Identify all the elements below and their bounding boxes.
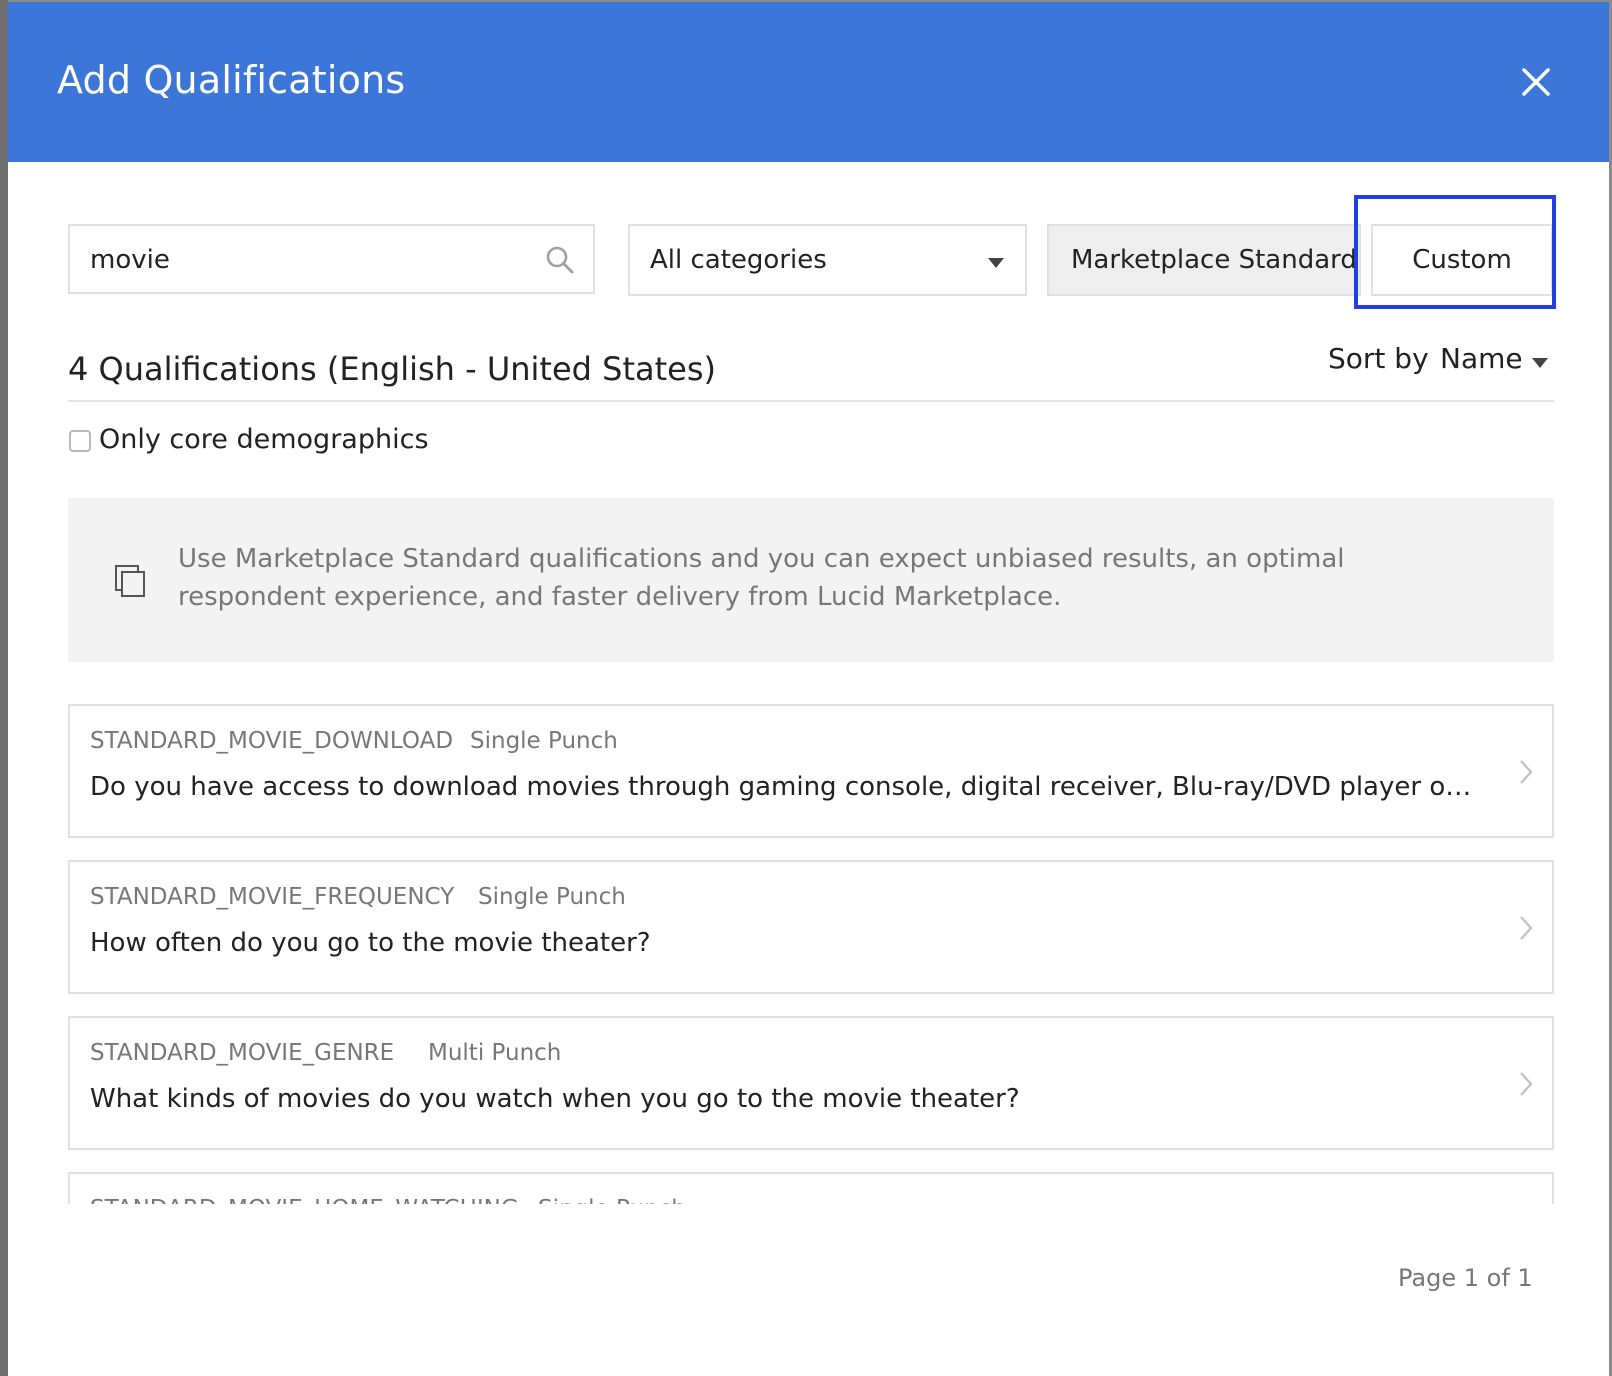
close-button[interactable]: [1518, 64, 1554, 100]
qualification-row[interactable]: STANDARD_MOVIE_GENRE Multi Punch What ki…: [68, 1016, 1554, 1150]
qualification-type: Single Punch: [470, 728, 618, 754]
chevron-right-icon: [1520, 760, 1533, 784]
results-divider: [68, 400, 1554, 402]
qualification-row[interactable]: STANDARD_MOVIE_FREQUENCY Single Punch Ho…: [68, 860, 1554, 994]
qualification-type: Single Punch: [478, 884, 626, 910]
search-box: [68, 224, 595, 294]
qualification-question: Do you have access to download movies th…: [90, 772, 1480, 802]
layers-icon: [115, 565, 145, 597]
caret-down-icon: [988, 258, 1004, 268]
pagination-status: Page 1 of 1: [1398, 1264, 1533, 1292]
sort-caret-down-icon[interactable]: [1532, 358, 1548, 368]
core-demographics-label[interactable]: Only core demographics: [99, 424, 429, 455]
segment-marketplace-standard-button[interactable]: Marketplace Standard: [1047, 224, 1361, 296]
results-title: 4 Qualifications (English - United State…: [68, 350, 716, 388]
qualification-list[interactable]: STANDARD_MOVIE_DOWNLOAD Single Punch Do …: [68, 704, 1558, 1204]
qualification-question: What kinds of movies do you watch when y…: [90, 1084, 1020, 1114]
qualification-code: STANDARD_MOVIE_GENRE: [90, 1040, 395, 1066]
sort-label: Sort by: [1328, 342, 1429, 375]
qualification-question: How often do you go to the movie theater…: [90, 928, 651, 958]
category-dropdown[interactable]: All categories: [628, 224, 1027, 296]
qualification-row[interactable]: STANDARD_MOVIE_HOME_WATCHING Single Punc…: [68, 1172, 1554, 1204]
core-demographics-checkbox[interactable]: [69, 430, 91, 452]
qualification-code: STANDARD_MOVIE_DOWNLOAD: [90, 728, 454, 754]
close-icon: [1522, 68, 1550, 96]
qualification-row[interactable]: STANDARD_MOVIE_DOWNLOAD Single Punch Do …: [68, 704, 1554, 838]
modal-title: Add Qualifications: [57, 58, 406, 102]
segment-marketplace-standard-label: Marketplace Standard: [1071, 245, 1357, 275]
qualification-type: Multi Punch: [428, 1040, 562, 1066]
search-input[interactable]: [88, 236, 532, 284]
search-icon[interactable]: [544, 244, 576, 276]
segment-custom-button[interactable]: Custom: [1371, 224, 1553, 296]
chevron-right-icon: [1520, 1072, 1533, 1096]
info-banner-text: Use Marketplace Standard qualifications …: [178, 544, 1345, 612]
category-selected-value: All categories: [650, 245, 827, 275]
qualification-code: STANDARD_MOVIE_FREQUENCY: [90, 884, 455, 910]
chevron-right-icon: [1520, 916, 1533, 940]
add-qualifications-modal: Add Qualifications All categories Market…: [8, 2, 1609, 1376]
qualification-type: Single Punch: [538, 1196, 686, 1204]
segment-custom-label: Custom: [1412, 245, 1512, 275]
sort-dropdown[interactable]: Name: [1440, 342, 1523, 375]
info-banner: Use Marketplace Standard qualifications …: [68, 498, 1554, 662]
page-backdrop: [0, 0, 8, 1376]
modal-header: Add Qualifications: [8, 2, 1609, 162]
qualification-code: STANDARD_MOVIE_HOME_WATCHING: [90, 1196, 519, 1204]
